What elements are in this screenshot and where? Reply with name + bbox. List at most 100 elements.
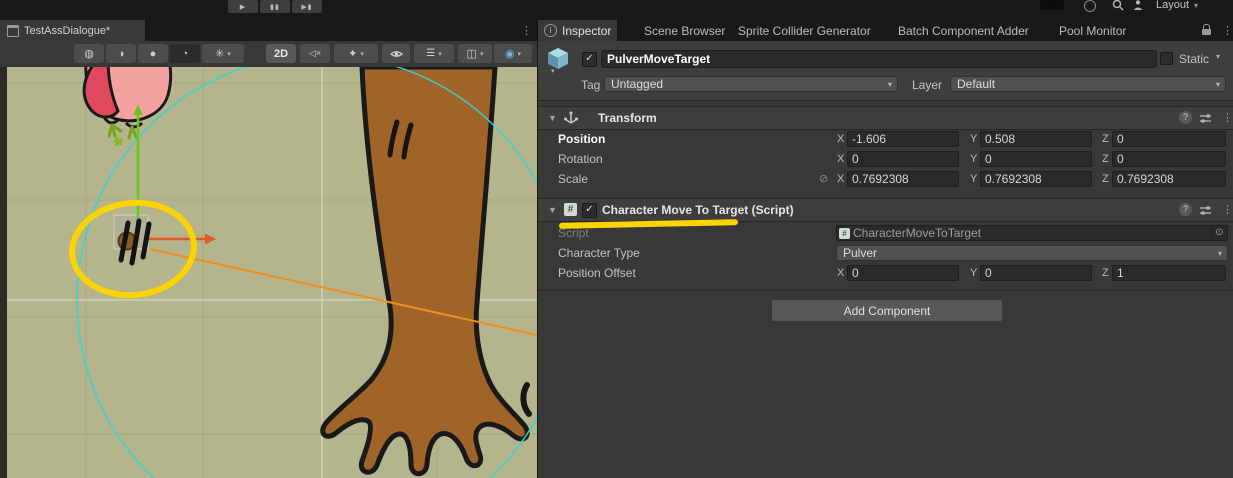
camera-dropdown-button[interactable]: ◫▾ xyxy=(458,44,492,63)
cloud-services-icon[interactable] xyxy=(1040,0,1064,10)
tab-label: Inspector xyxy=(562,24,611,38)
script-component-header[interactable]: ▼ # ✓ Character Move To Target (Script) … xyxy=(538,198,1233,222)
step-button[interactable]: ▶▮ xyxy=(292,0,322,13)
position-z-field[interactable]: 0 xyxy=(1112,131,1226,147)
component-menu-icon[interactable]: ⋮ xyxy=(1222,111,1233,124)
tag-dropdown[interactable]: Untagged ▾ xyxy=(604,76,898,92)
effects-dropdown-button[interactable]: ✦▾ xyxy=(334,44,378,63)
inspector-icon: i xyxy=(544,24,557,37)
tab-inspector[interactable]: i Inspector xyxy=(538,20,617,41)
gizmos-dropdown-button[interactable]: ◉▾ xyxy=(494,44,532,63)
effects-icon: ✦ xyxy=(348,47,357,60)
tag-value: Untagged xyxy=(611,77,663,91)
character-type-label: Character Type xyxy=(558,246,640,260)
transform-header[interactable]: ▼ Transform ? ⋮ xyxy=(538,106,1233,130)
account-person-icon[interactable] xyxy=(1132,0,1144,11)
property-label: Rotation xyxy=(558,152,603,166)
scene-canvas[interactable] xyxy=(0,67,537,478)
scene-visibility-button[interactable] xyxy=(382,44,410,63)
tab-sprite-collider-generator[interactable]: Sprite Collider Generator xyxy=(732,20,877,41)
lock-icon[interactable] xyxy=(1202,29,1211,35)
sun-icon: ✳ xyxy=(215,47,224,60)
prefab-caret-icon[interactable]: ▾ xyxy=(551,67,555,75)
rotation-z-field[interactable]: 0 xyxy=(1112,151,1226,167)
component-enabled-checkbox[interactable]: ✓ xyxy=(582,203,597,218)
pane-edge xyxy=(0,67,7,478)
pause-button[interactable]: ▮▮ xyxy=(260,0,290,13)
script-object-field[interactable]: # CharacterMoveToTarget ⊙ xyxy=(836,225,1228,241)
account-icon[interactable] xyxy=(1084,0,1096,12)
2d-mode-button[interactable]: 2D xyxy=(266,44,296,63)
z-axis-label: Z xyxy=(1102,153,1109,165)
layers-icon: ☰ xyxy=(426,48,435,59)
help-icon[interactable]: ? xyxy=(1179,111,1192,124)
foldout-icon[interactable]: ▼ xyxy=(548,205,557,215)
help-icon[interactable]: ? xyxy=(1179,203,1192,216)
presets-icon[interactable] xyxy=(1199,204,1212,216)
layout-label: Layout xyxy=(1156,0,1189,11)
object-picker-icon[interactable]: ⊙ xyxy=(1211,226,1227,240)
position-offset-label: Position Offset xyxy=(558,266,636,280)
gameobject-header: ▾ ✓ Static ▾ Tag Untagged ▾ Layer Defaul… xyxy=(538,41,1233,101)
chevron-down-icon: ▾ xyxy=(360,50,364,58)
chevron-down-icon: ▾ xyxy=(1216,80,1220,89)
search-icon[interactable] xyxy=(1112,0,1124,11)
add-component-button[interactable]: Add Component xyxy=(771,299,1003,322)
gameobject-name-input[interactable] xyxy=(601,50,1157,68)
sphere-icon: ● xyxy=(150,48,157,60)
character-type-dropdown[interactable]: Pulver ▾ xyxy=(836,245,1228,261)
presets-icon[interactable] xyxy=(1199,112,1212,124)
position-offset-row: Position Offset X 0 Y 0 Z 1 xyxy=(538,264,1233,284)
active-checkbox[interactable]: ✓ xyxy=(582,52,597,67)
offset-x-field[interactable]: 0 xyxy=(847,265,959,281)
offset-y-field[interactable]: 0 xyxy=(980,265,1092,281)
rotation-y-field[interactable]: 0 xyxy=(980,151,1092,167)
constrain-proportions-icon[interactable]: ⊘ xyxy=(819,172,828,185)
rotation-x-field[interactable]: 0 xyxy=(847,151,959,167)
component-menu-icon[interactable]: ⋮ xyxy=(1222,203,1233,216)
character-type-value: Pulver xyxy=(843,246,877,260)
offset-z-field[interactable]: 1 xyxy=(1112,265,1226,281)
scene-window-tabbar: TestAssDialogue* ⋮ xyxy=(0,20,537,41)
draw-mode-solid-button[interactable]: ● xyxy=(138,44,168,63)
chevron-down-icon: ▾ xyxy=(227,50,231,58)
static-label: Static xyxy=(1179,52,1209,66)
foldout-icon[interactable]: ▼ xyxy=(548,113,557,123)
scale-x-field[interactable]: 0.7692308 xyxy=(847,171,959,187)
static-checkbox[interactable] xyxy=(1160,52,1173,65)
y-axis-label: Y xyxy=(970,267,977,279)
tab-scene-browser[interactable]: Scene Browser xyxy=(638,20,731,41)
scale-y-field[interactable]: 0.7692308 xyxy=(980,171,1092,187)
main-toolbar: ▶ ▮▮ ▶▮ Layout ▾ xyxy=(0,0,1233,20)
draw-mode-half-button[interactable]: ◑ xyxy=(106,44,136,63)
rotation-row: Rotation X 0 Y 0 Z 0 xyxy=(538,150,1233,170)
play-button[interactable]: ▶ xyxy=(228,0,258,13)
inspector-menu-icon[interactable]: ⋮ xyxy=(1222,24,1233,37)
unity-editor-window: ▶ ▮▮ ▶▮ Layout ▾ TestAssDialogue* ⋮ ◍ ◑ … xyxy=(0,0,1233,478)
z-axis-label: Z xyxy=(1102,173,1109,185)
audio-mute-button[interactable]: ◁× xyxy=(300,44,330,63)
scale-z-field[interactable]: 0.7692308 xyxy=(1112,171,1226,187)
layers-dropdown-button[interactable]: ☰▾ xyxy=(414,44,454,63)
static-dropdown-icon[interactable]: ▾ xyxy=(1216,52,1220,61)
chevron-down-icon: ▾ xyxy=(1218,249,1222,258)
scale-row: Scale ⊘ X 0.7692308 Y 0.7692308 Z 0.7692… xyxy=(538,170,1233,190)
camera-icon: ◫ xyxy=(467,47,477,60)
draw-mode-selected-button[interactable]: ◔ xyxy=(170,44,200,63)
z-axis-label: Z xyxy=(1102,133,1109,145)
tab-batch-component-adder[interactable]: Batch Component Adder xyxy=(892,20,1035,41)
scene-window-tab[interactable]: TestAssDialogue* xyxy=(0,20,145,41)
scene-tab-menu-icon[interactable]: ⋮ xyxy=(521,24,532,37)
tab-pool-monitor[interactable]: Pool Monitor xyxy=(1053,20,1132,41)
transform-icon xyxy=(564,111,578,125)
layer-dropdown[interactable]: Default ▾ xyxy=(950,76,1226,92)
position-y-field[interactable]: 0.508 xyxy=(980,131,1092,147)
position-x-field[interactable]: -1.606 xyxy=(847,131,959,147)
chevron-down-icon: ▾ xyxy=(438,50,442,58)
layer-label: Layer xyxy=(912,78,942,92)
layout-dropdown[interactable]: Layout ▾ xyxy=(1156,0,1198,11)
lighting-dropdown-button[interactable]: ✳▾ xyxy=(202,44,244,63)
sparkle-icon xyxy=(114,137,123,146)
draw-mode-globe-button[interactable]: ◍ xyxy=(74,44,104,63)
inspector-panel: i Inspector Scene Browser Sprite Collide… xyxy=(537,20,1233,478)
